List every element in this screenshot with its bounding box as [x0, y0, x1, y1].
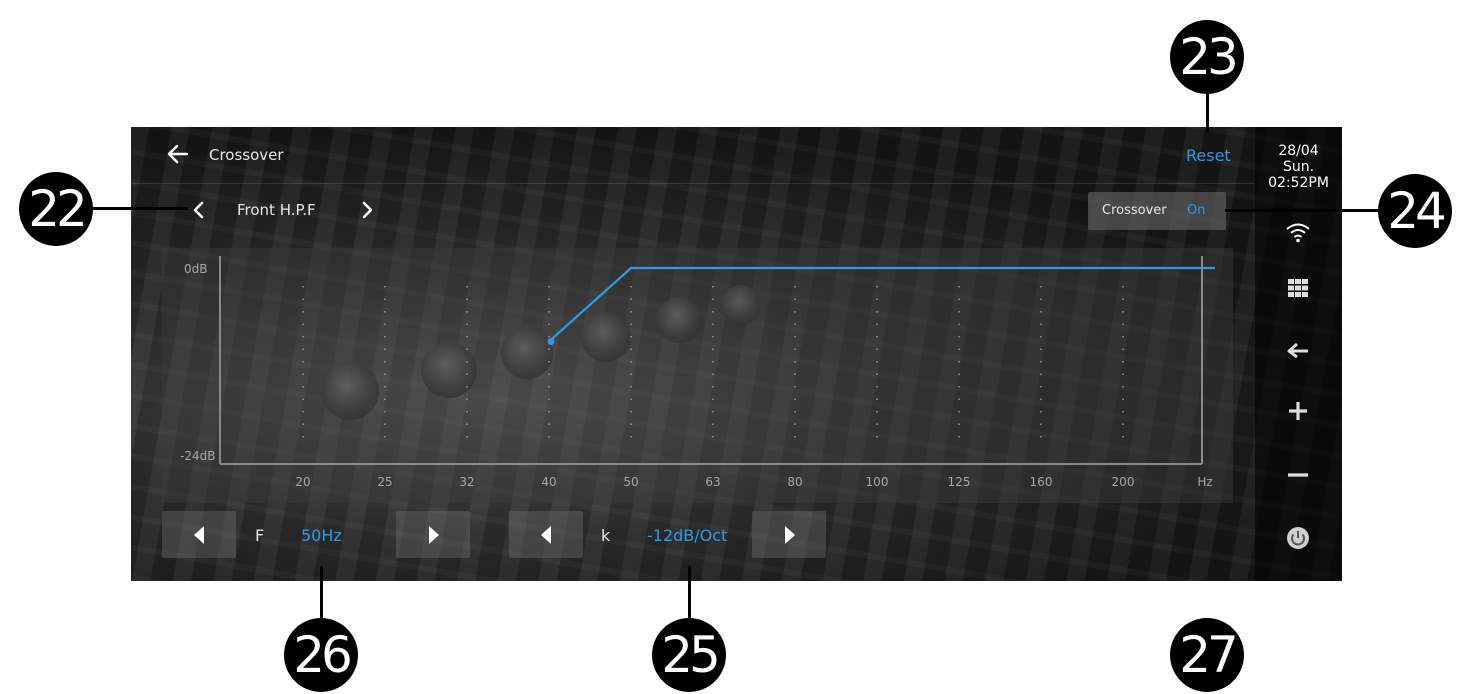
callout-leader [1206, 90, 1209, 132]
head-unit-screen: Crossover Reset Front H.P.F Crossover On… [131, 127, 1342, 581]
crossover-chart[interactable]: 20 25 32 40 50 63 80 100 125 160 200 Hz 0dB -24dB [162, 248, 1233, 503]
date-time: 28/04 Sun. 02:52PM [1255, 143, 1342, 191]
callout-leader [688, 566, 691, 624]
reset-button[interactable]: Reset [1186, 146, 1231, 165]
left-triangle-icon [541, 526, 551, 544]
callout-leader [1225, 209, 1383, 212]
page-title: Crossover [209, 146, 284, 164]
callout-27: 27 [1170, 618, 1244, 692]
volume-up-icon[interactable] [1283, 395, 1313, 425]
y-tick-label: 0dB [184, 262, 207, 276]
crossover-chart-panel: 20 25 32 40 50 63 80 100 125 160 200 Hz 0dB -24dB [162, 248, 1233, 503]
x-tick-label: 20 [295, 475, 310, 489]
top-bar: Crossover Reset [131, 127, 1255, 184]
system-sidebar: 28/04 Sun. 02:52PM [1255, 127, 1342, 581]
day-text: Sun. [1282, 159, 1315, 175]
x-tick-label: 50 [623, 475, 638, 489]
crossover-toggle-label: Crossover [1102, 203, 1167, 218]
slope-decrease-button[interactable] [509, 511, 583, 558]
chevron-left-icon[interactable] [189, 199, 209, 221]
x-tick-label: 63 [705, 475, 720, 489]
callout-24: 24 [1378, 174, 1452, 248]
crossover-toggle-value: On [1187, 203, 1206, 218]
wifi-icon[interactable] [1283, 217, 1313, 247]
date-text: 28/04 [1278, 143, 1319, 159]
x-tick-label: Hz [1197, 475, 1212, 489]
callout-23: 23 [1170, 20, 1244, 94]
volume-down-icon[interactable] [1283, 459, 1313, 489]
right-triangle-icon [429, 526, 439, 544]
time-text: 02:52PM [1268, 175, 1329, 191]
slope-label: k [601, 526, 611, 545]
x-tick-label: 125 [948, 475, 971, 489]
freq-increase-button[interactable] [396, 511, 470, 558]
x-tick-label: 80 [787, 475, 802, 489]
x-tick-label: 40 [541, 475, 556, 489]
x-tick-label: 200 [1112, 475, 1135, 489]
slope-value: -12dB/Oct [647, 526, 728, 545]
apps-grid-icon[interactable] [1283, 273, 1313, 303]
freq-value: 50Hz [301, 526, 342, 545]
freq-decrease-button[interactable] [162, 511, 236, 558]
slope-increase-button[interactable] [752, 511, 826, 558]
x-tick-label: 160 [1030, 475, 1053, 489]
y-tick-label: -24dB [180, 449, 215, 463]
callout-22: 22 [19, 172, 93, 246]
callout-26: 26 [284, 618, 358, 692]
back-arrow-icon[interactable] [165, 141, 191, 167]
callout-leader [320, 566, 323, 624]
freq-label: F [255, 526, 265, 545]
response-line [548, 266, 1215, 343]
chevron-right-icon[interactable] [357, 199, 377, 221]
power-icon[interactable] [1283, 522, 1313, 552]
left-triangle-icon [194, 526, 204, 544]
callout-25: 25 [652, 618, 726, 692]
x-tick-label: 32 [459, 475, 474, 489]
right-triangle-icon [785, 526, 795, 544]
crossover-point-marker [547, 338, 555, 345]
crossover-toggle-button[interactable]: Crossover On [1088, 192, 1226, 230]
x-tick-label: 100 [866, 475, 889, 489]
x-tick-label: 25 [377, 475, 392, 489]
channel-name: Front H.P.F [237, 201, 316, 219]
back-arrow-icon[interactable] [1283, 335, 1313, 365]
callout-leader [92, 207, 188, 210]
